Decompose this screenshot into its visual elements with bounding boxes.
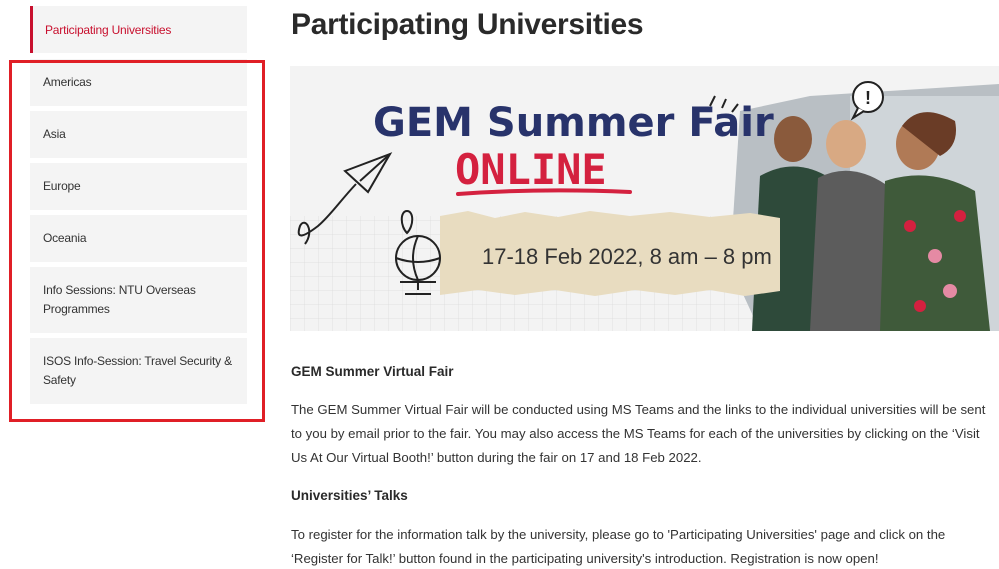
sidebar-item-label: Europe (43, 179, 81, 193)
sidebar-item-label: Asia (43, 127, 66, 141)
sidebar-item-isos-info-session[interactable]: ISOS Info-Session: Travel Security & Saf… (30, 338, 247, 404)
banner-graphic: ! GEM Summer Fair ONLINE 17-18 Feb 2022,… (290, 66, 999, 331)
talks-paragraph: To register for the information talk by … (291, 527, 946, 566)
banner-dates: 17-18 Feb 2022, 8 am – 8 pm (482, 244, 772, 269)
sidebar-item-americas[interactable]: Americas (30, 59, 247, 106)
sidebar-item-label: Participating Universities (45, 22, 172, 37)
sidebar-item-label: Oceania (43, 231, 87, 245)
sidebar-item-participating-universities[interactable]: Participating Universities (30, 6, 247, 53)
sidebar-item-oceania[interactable]: Oceania (30, 215, 247, 262)
page-title: Participating Universities (291, 8, 644, 41)
section-heading-virtual-fair: GEM Summer Virtual Fair (291, 364, 454, 379)
sidebar-item-label: ISOS Info-Session: Travel Security & Saf… (43, 354, 232, 387)
virtual-fair-paragraph: The GEM Summer Virtual Fair will be cond… (291, 402, 986, 465)
event-banner: ! GEM Summer Fair ONLINE 17-18 Feb 2022,… (290, 66, 999, 331)
sidebar-item-label: Info Sessions: NTU Overseas Programmes (43, 283, 196, 316)
sidebar-item-asia[interactable]: Asia (30, 111, 247, 158)
sidebar-item-info-sessions[interactable]: Info Sessions: NTU Overseas Programmes (30, 267, 247, 333)
sidebar-nav: Participating Universities Americas Asia… (30, 6, 247, 409)
section-heading-universities-talks: Universities’ Talks (291, 488, 408, 503)
banner-headline: GEM Summer Fair (373, 100, 774, 146)
exclamation-mark: ! (865, 88, 871, 108)
banner-subheadline: ONLINE (455, 145, 607, 194)
sidebar-list: Americas Asia Europe Oceania Info Sessio… (30, 59, 247, 404)
sidebar-item-europe[interactable]: Europe (30, 163, 247, 210)
sidebar-item-label: Americas (43, 75, 92, 89)
